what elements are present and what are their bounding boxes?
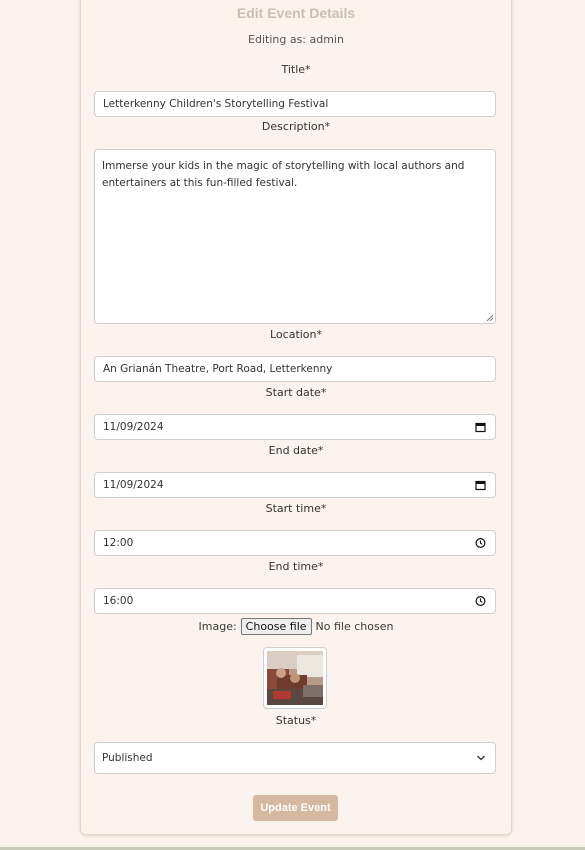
- title-input[interactable]: Letterkenny Children's Storytelling Fest…: [94, 91, 496, 117]
- choose-file-button[interactable]: Choose file: [240, 618, 312, 635]
- title-label: Title*: [281, 63, 311, 76]
- clock-icon[interactable]: [475, 537, 486, 549]
- end-time-input[interactable]: 16:00: [94, 588, 496, 614]
- page: Edit Event Details Editing as: admin Tit…: [0, 0, 585, 850]
- description-textarea[interactable]: Immerse your kids in the magic of storyt…: [94, 149, 496, 324]
- chevron-down-icon[interactable]: [476, 755, 486, 762]
- location-input-value: An Grianán Theatre, Port Road, Letterken…: [103, 363, 333, 375]
- title-input-value: Letterkenny Children's Storytelling Fest…: [103, 98, 329, 110]
- end-date-value: 11/09/2024: [103, 479, 164, 491]
- description-label: Description*: [261, 120, 331, 133]
- clock-icon[interactable]: [475, 595, 486, 607]
- update-event-button[interactable]: Update Event: [253, 795, 338, 821]
- image-upload-row: Image: Choose file No file chosen: [81, 618, 511, 635]
- start-date-label: Start date*: [265, 386, 327, 399]
- end-time-label: End time*: [268, 560, 324, 573]
- end-date-label: End date*: [268, 444, 324, 457]
- event-image-thumbnail: [263, 647, 327, 709]
- calendar-icon[interactable]: [475, 422, 486, 433]
- event-photo: [267, 651, 323, 705]
- page-title: Edit Event Details: [236, 5, 356, 21]
- description-textarea-value: Immerse your kids in the magic of storyt…: [102, 160, 465, 189]
- start-time-input[interactable]: 12:00: [94, 530, 496, 556]
- start-date-input[interactable]: 11/09/2024: [94, 414, 496, 440]
- status-label: Status*: [275, 714, 317, 727]
- start-time-label: Start time*: [265, 502, 327, 515]
- end-date-input[interactable]: 11/09/2024: [94, 472, 496, 498]
- image-label: Image:: [198, 620, 237, 633]
- calendar-icon[interactable]: [475, 480, 486, 491]
- location-input[interactable]: An Grianán Theatre, Port Road, Letterken…: [94, 356, 496, 382]
- resize-handle-icon[interactable]: [486, 314, 493, 321]
- status-select[interactable]: Published: [94, 742, 496, 774]
- no-file-chosen-text: No file chosen: [315, 620, 394, 633]
- start-time-value: 12:00: [103, 537, 134, 549]
- start-date-value: 11/09/2024: [103, 421, 164, 433]
- location-label: Location*: [269, 328, 323, 341]
- status-select-value: Published: [102, 752, 153, 764]
- editing-as-text: Editing as: admin: [248, 33, 344, 46]
- edit-event-card: Edit Event Details Editing as: admin Tit…: [80, 0, 512, 835]
- end-time-value: 16:00: [103, 595, 134, 607]
